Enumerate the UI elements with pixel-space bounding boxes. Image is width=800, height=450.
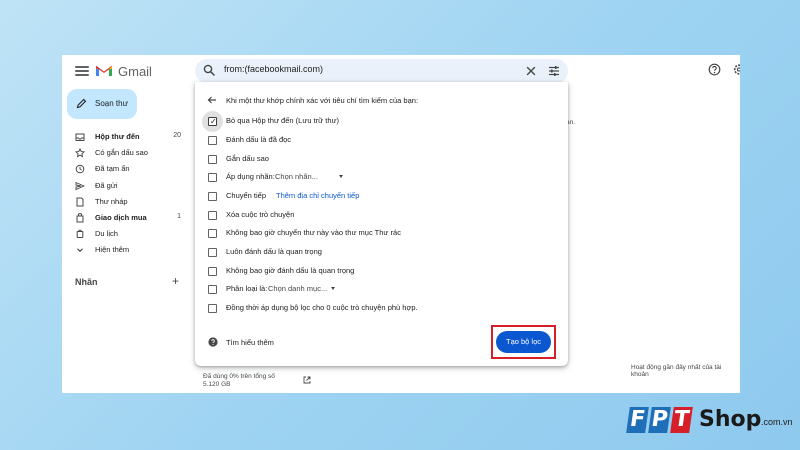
- option-label: Xóa cuộc trò chuyện: [226, 210, 295, 219]
- filter-dialog: Khi một thư khớp chính xác với tiêu chí …: [195, 82, 568, 366]
- checkbox[interactable]: [208, 285, 217, 294]
- sidebar-item-travel[interactable]: Du lịch: [62, 226, 187, 242]
- option-always-important[interactable]: Luôn đánh dấu là quan trọng: [208, 247, 548, 259]
- gear-icon[interactable]: [732, 63, 740, 76]
- sidebar-item-starred[interactable]: Có gắn dấu sao: [62, 145, 187, 161]
- sidebar-item-sent[interactable]: Đã gửi: [62, 178, 187, 194]
- option-label: Phân loại là:: [226, 284, 268, 293]
- category-select[interactable]: Chọn danh mục...: [268, 284, 327, 293]
- option-label: Không bao giờ chuyển thư này vào thư mục…: [226, 228, 401, 237]
- sidebar-item-label: Giao dịch mua: [95, 212, 147, 222]
- checkbox[interactable]: [208, 192, 217, 201]
- option-label: Luôn đánh dấu là quan trọng: [226, 247, 322, 256]
- logo-shop-text: Shop: [699, 407, 762, 432]
- pencil-icon: [76, 98, 87, 109]
- option-star[interactable]: Gắn dấu sao: [208, 154, 548, 166]
- dialog-title: Khi một thư khớp chính xác với tiêu chí …: [226, 96, 419, 105]
- label-select[interactable]: Chọn nhãn...: [275, 172, 318, 181]
- option-apply-existing[interactable]: Đồng thời áp dụng bộ lọc cho 0 cuộc trò …: [208, 303, 548, 315]
- storage-usage-text: Đã dùng 0% trên tổng số: [203, 373, 275, 380]
- create-filter-button[interactable]: Tạo bộ lọc: [496, 331, 551, 353]
- menu-icon[interactable]: [75, 66, 89, 76]
- luggage-icon: [76, 229, 84, 239]
- tag-icon: [76, 213, 84, 223]
- logo-letter: P: [648, 407, 671, 433]
- checkbox[interactable]: [208, 136, 217, 145]
- checkmark-icon: ✓: [210, 117, 217, 126]
- chevron-down-icon: [77, 248, 83, 253]
- checkbox[interactable]: [208, 211, 217, 220]
- add-label-button[interactable]: +: [172, 274, 179, 288]
- option-categorize[interactable]: Phân loại là: Chọn danh mục...: [208, 284, 548, 296]
- option-apply-label[interactable]: Áp dụng nhãn: Chọn nhãn...: [208, 172, 548, 184]
- logo-domain-text: .com.vn: [761, 417, 793, 427]
- sidebar-nav: Hộp thư đến 20 Có gắn dấu sao Đã tạm ẩn …: [62, 129, 187, 259]
- sidebar-item-drafts[interactable]: Thư nháp: [62, 194, 187, 210]
- inbox-icon: [75, 133, 85, 141]
- checkbox[interactable]: [208, 173, 217, 182]
- checkbox[interactable]: [208, 248, 217, 257]
- checkbox[interactable]: [208, 155, 217, 164]
- help-circle-icon[interactable]: [208, 337, 218, 347]
- add-forwarding-address-link[interactable]: Thêm địa chỉ chuyển tiếp: [276, 191, 359, 200]
- unread-count: 1: [177, 212, 181, 220]
- option-label: Chuyển tiếp: [226, 191, 267, 200]
- checkbox[interactable]: [208, 304, 217, 313]
- star-icon: [75, 148, 85, 158]
- clear-icon[interactable]: [526, 66, 536, 76]
- search-icon[interactable]: [203, 64, 215, 76]
- option-label: Áp dụng nhãn:: [226, 172, 275, 181]
- labels-heading: Nhãn: [75, 277, 98, 287]
- send-icon: [75, 181, 85, 190]
- sidebar-item-label: Du lịch: [95, 229, 118, 239]
- checkbox[interactable]: [208, 267, 217, 276]
- sidebar-item-label: Hộp thư đến: [95, 132, 140, 141]
- unread-count: 20: [173, 132, 181, 139]
- tune-icon[interactable]: [548, 65, 560, 77]
- option-never-important[interactable]: Không bao giờ đánh dấu là quan trọng: [208, 266, 548, 278]
- fpt-shop-logo: F P T Shop .com.vn: [626, 404, 793, 438]
- search-input[interactable]: from:(facebookmail.com): [224, 64, 323, 74]
- option-delete[interactable]: Xóa cuộc trò chuyện: [208, 210, 548, 222]
- sidebar-item-more[interactable]: Hiện thêm: [62, 242, 187, 258]
- sidebar-item-label: Có gắn dấu sao: [95, 148, 148, 158]
- sidebar-item-inbox[interactable]: Hộp thư đến 20: [62, 129, 187, 145]
- option-never-spam[interactable]: Không bao giờ chuyển thư này vào thư mục…: [208, 228, 548, 240]
- option-forward[interactable]: Chuyển tiếp Thêm địa chỉ chuyển tiếp: [208, 191, 548, 203]
- option-label: Bỏ qua Hộp thư đến (Lưu trữ thư): [226, 116, 340, 125]
- compose-button[interactable]: Soạn thư: [67, 89, 137, 119]
- checkbox-checked[interactable]: ✓: [208, 117, 217, 126]
- clock-icon: [75, 165, 85, 174]
- learn-more-link[interactable]: Tìm hiểu thêm: [226, 338, 274, 347]
- dropdown-caret-icon[interactable]: [339, 175, 343, 178]
- draft-icon: [76, 197, 84, 207]
- sidebar-item-snoozed[interactable]: Đã tạm ẩn: [62, 161, 187, 177]
- option-label: Đồng thời áp dụng bộ lọc cho 0 cuộc trò …: [226, 303, 418, 312]
- back-arrow-icon[interactable]: [207, 95, 217, 105]
- option-label: Đánh dấu là đã đọc: [226, 135, 292, 144]
- search-bar[interactable]: from:(facebookmail.com): [195, 59, 568, 83]
- sidebar-item-label: Đã gửi: [95, 180, 118, 190]
- option-label: Gắn dấu sao: [226, 154, 269, 163]
- gmail-logo-icon: [95, 65, 113, 76]
- sidebar-item-label: Hiện thêm: [95, 245, 130, 255]
- option-mark-read[interactable]: Đánh dấu là đã đọc: [208, 135, 548, 147]
- checkbox[interactable]: [208, 229, 217, 238]
- logo-letter: T: [670, 407, 693, 433]
- compose-label: Soạn thư: [95, 99, 128, 108]
- sidebar-item-label: Đã tạm ẩn: [95, 164, 130, 174]
- storage-total-text: 5.120 GB: [203, 381, 231, 388]
- gmail-window: Gmail from:(facebookmail.com) Soạn thư H…: [62, 55, 740, 393]
- sidebar-item-purchases[interactable]: Giao dịch mua 1: [62, 210, 187, 226]
- logo-letter: F: [626, 407, 649, 433]
- external-link-icon[interactable]: [303, 376, 311, 384]
- help-icon[interactable]: [708, 63, 721, 76]
- account-activity-text: Hoạt động gần đây nhất của tài khoản: [631, 364, 722, 378]
- option-label: Không bao giờ đánh dấu là quan trọng: [226, 266, 355, 275]
- app-name: Gmail: [118, 64, 152, 79]
- option-skip-inbox[interactable]: ✓ Bỏ qua Hộp thư đến (Lưu trữ thư): [202, 111, 548, 132]
- sidebar-item-label: Thư nháp: [95, 196, 128, 206]
- dropdown-caret-icon[interactable]: [331, 287, 335, 290]
